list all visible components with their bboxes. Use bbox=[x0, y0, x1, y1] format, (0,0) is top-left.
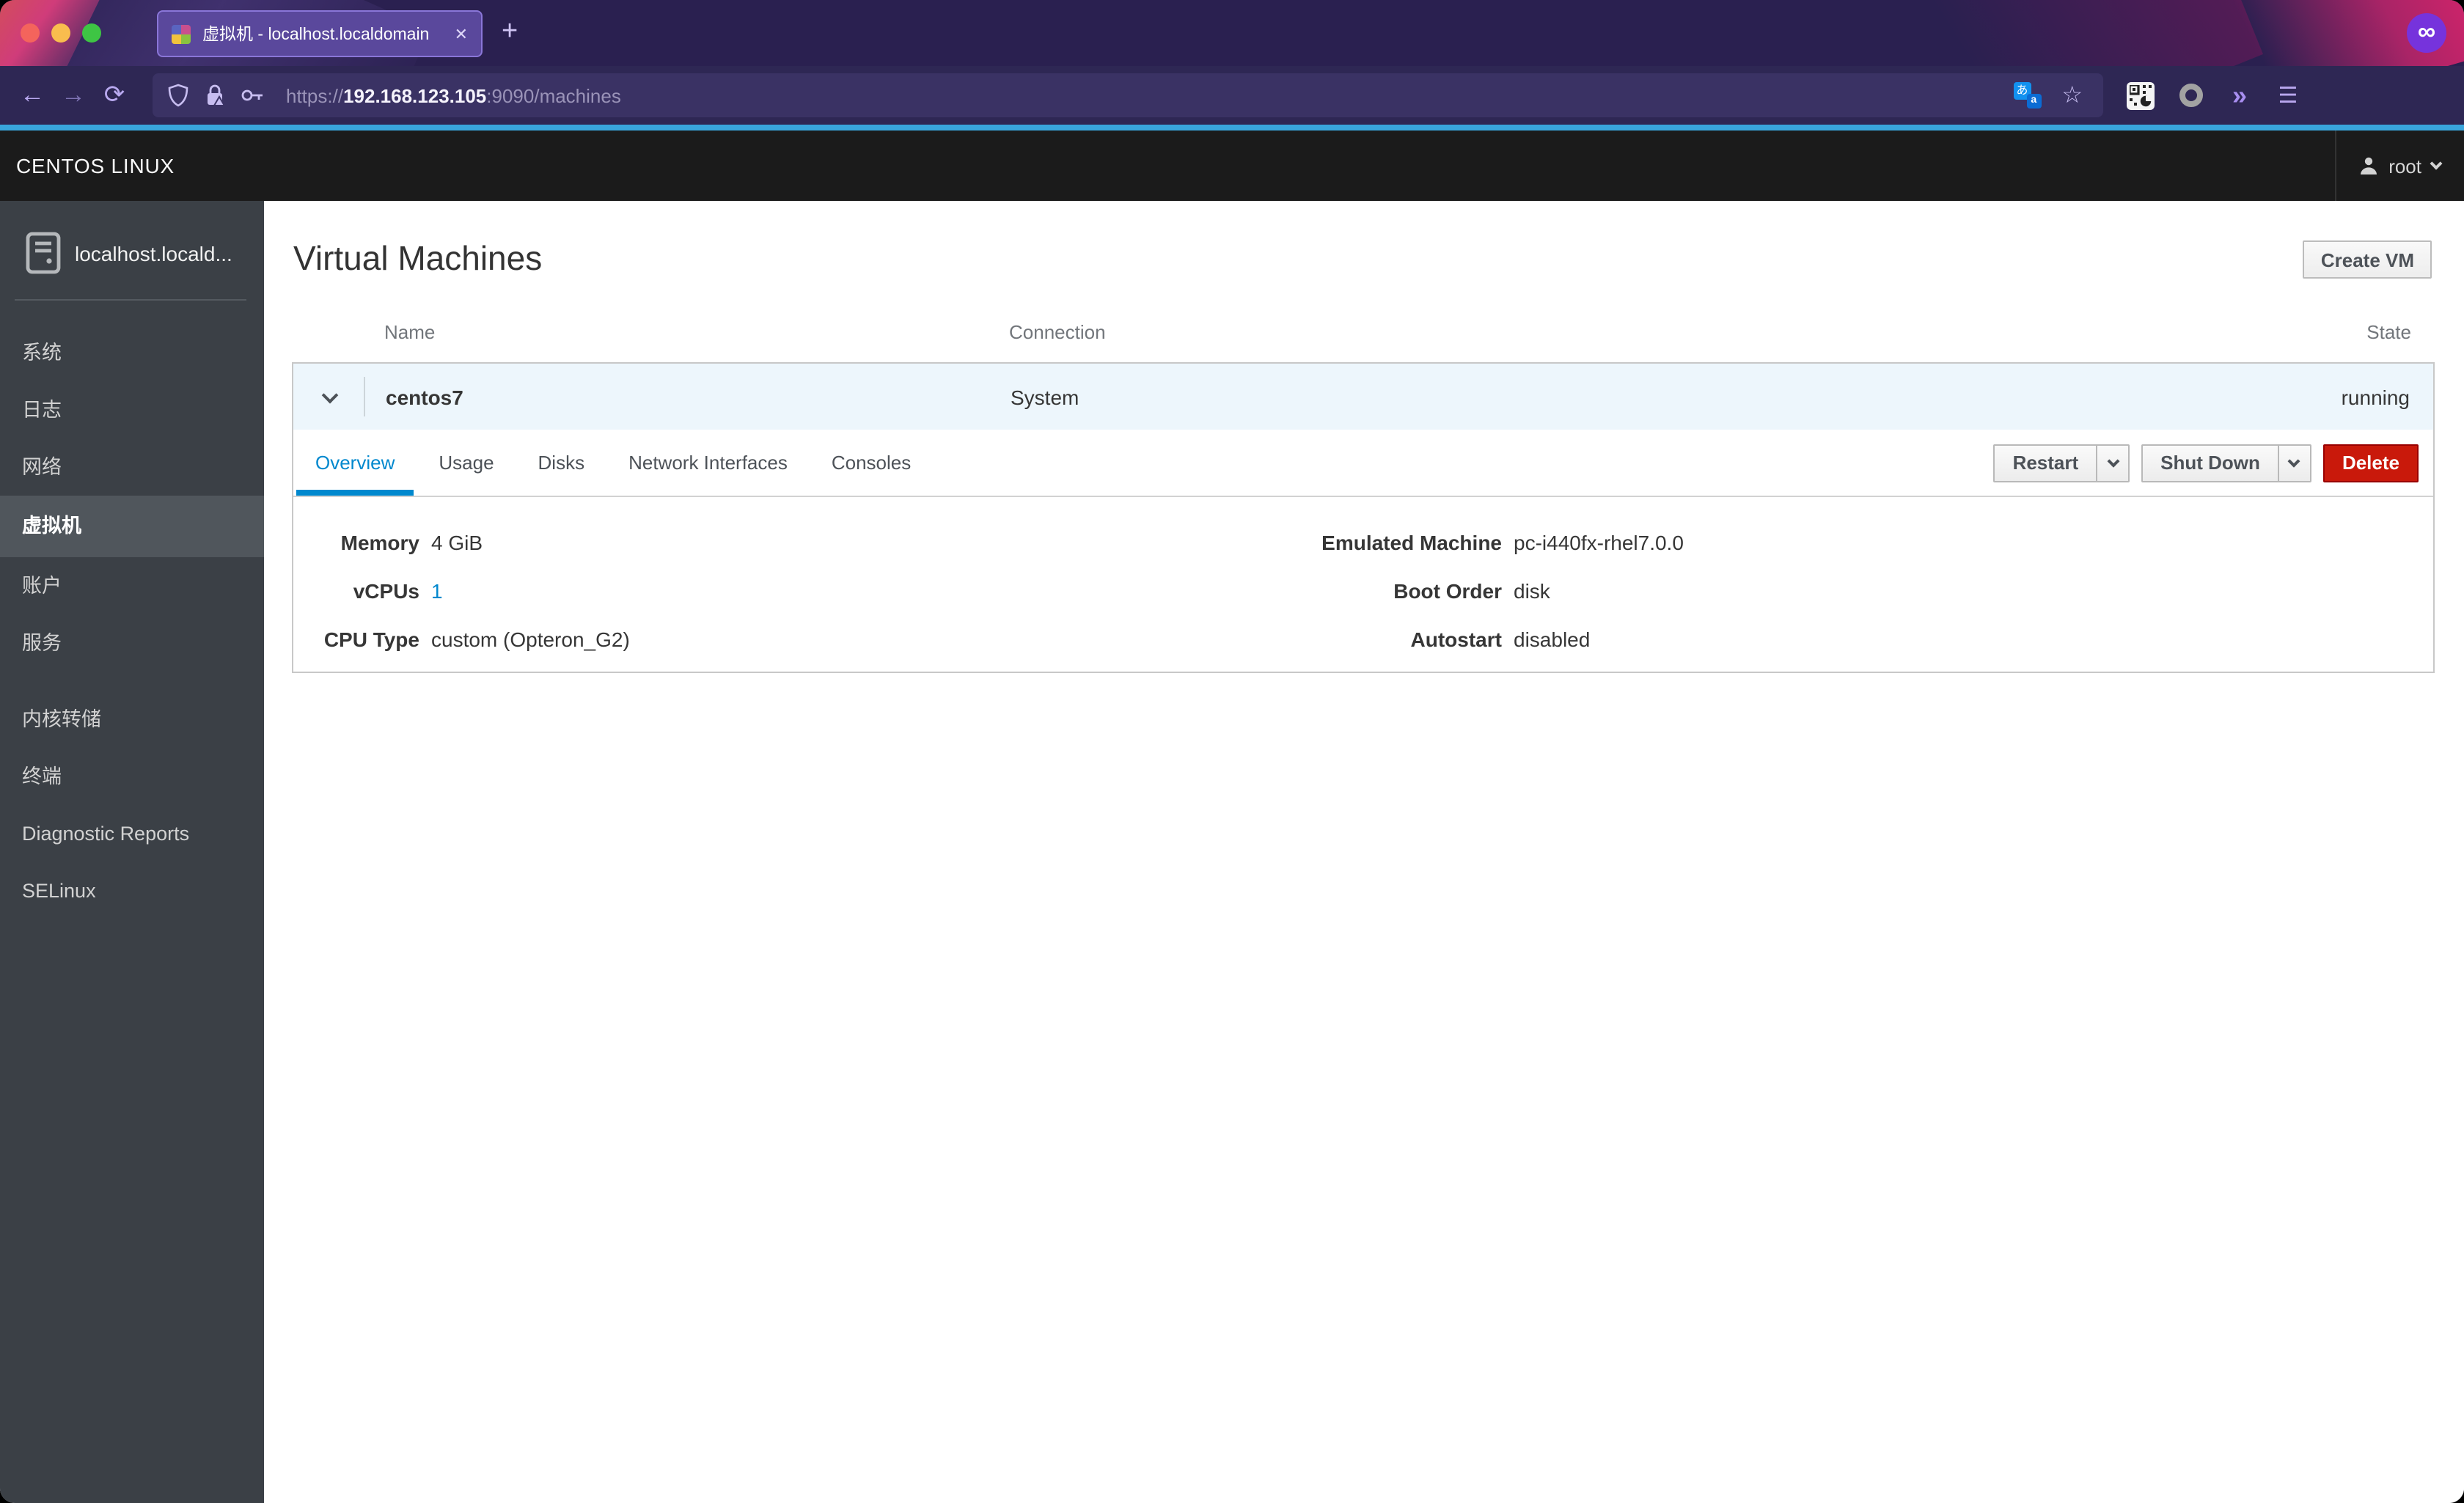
tab-network-interfaces[interactable]: Network Interfaces bbox=[609, 430, 807, 496]
key-permission-icon[interactable] bbox=[241, 87, 265, 104]
header-name: Name bbox=[384, 321, 436, 343]
sidebar: localhost.locald... 系统 日志 网络 虚拟机 账户 服务 内… bbox=[0, 201, 264, 1503]
tab-title: 虚拟机 - localhost.localdomain bbox=[202, 26, 430, 44]
vm-connection: System bbox=[1011, 385, 1079, 408]
tab-disks[interactable]: Disks bbox=[519, 430, 604, 496]
vm-table-header: Name Connection State bbox=[292, 321, 2435, 343]
shutdown-button[interactable]: Shut Down bbox=[2143, 452, 2278, 474]
url-scheme: https:// bbox=[286, 84, 344, 106]
main-content: Virtual Machines Create VM Name Connecti… bbox=[264, 201, 2464, 1503]
user-name: root bbox=[2388, 155, 2421, 177]
emulated-machine-label: Emulated Machine bbox=[1321, 530, 1502, 554]
browser-tab[interactable]: 虚拟机 - localhost.localdomain ✕ bbox=[157, 10, 483, 57]
container-tab-accent-line bbox=[0, 125, 2464, 131]
minimize-window-button[interactable] bbox=[51, 23, 70, 43]
theme-decoration bbox=[1843, 0, 2264, 66]
browser-window: 虚拟机 - localhost.localdomain ✕ + ∞ ← → ⟳ bbox=[0, 0, 2464, 1503]
boot-order-label: Boot Order bbox=[1393, 578, 1502, 602]
vcpus-label: vCPUs bbox=[353, 578, 419, 602]
host-name: localhost.locald... bbox=[75, 241, 232, 265]
sidebar-item-kdump[interactable]: 内核转储 bbox=[0, 691, 264, 748]
toolbar-overflow-icon[interactable]: » bbox=[2225, 80, 2254, 111]
insecure-lock-icon[interactable] bbox=[204, 84, 226, 107]
zoom-window-button[interactable] bbox=[82, 23, 101, 43]
emulated-machine-value: pc-i440fx-rhel7.0.0 bbox=[1514, 530, 1684, 554]
cockpit-app: localhost.locald... 系统 日志 网络 虚拟机 账户 服务 内… bbox=[0, 201, 2464, 1503]
restart-split-button: Restart bbox=[1993, 444, 2130, 482]
vm-overview-details: Memory 4 GiB vCPUs 1 CPU Type custom (Op… bbox=[293, 497, 2433, 672]
vm-state: running bbox=[2341, 385, 2410, 408]
sidebar-item-diagnostic-reports[interactable]: Diagnostic Reports bbox=[0, 805, 264, 862]
header-connection: Connection bbox=[1009, 321, 1106, 343]
back-button[interactable]: ← bbox=[12, 81, 53, 110]
vm-name: centos7 bbox=[386, 385, 463, 408]
tab-consoles[interactable]: Consoles bbox=[813, 430, 930, 496]
boot-order-value: disk bbox=[1514, 578, 1550, 602]
app-menu-icon[interactable]: ☰ bbox=[2273, 82, 2303, 109]
new-tab-button[interactable]: + bbox=[502, 12, 518, 53]
browser-navbar: ← → ⟳ https://192.168.123.105:9090/machi… bbox=[0, 66, 2464, 125]
restart-menu-toggle[interactable] bbox=[2096, 445, 2128, 480]
private-browsing-icon: ∞ bbox=[2407, 13, 2446, 53]
sidebar-item-virtual-machines[interactable]: 虚拟机 bbox=[0, 496, 264, 557]
server-icon bbox=[26, 232, 61, 274]
delete-button[interactable]: Delete bbox=[2322, 444, 2419, 482]
sidebar-item-accounts[interactable]: 账户 bbox=[0, 557, 264, 614]
autostart-value: disabled bbox=[1514, 627, 1591, 650]
translate-glyph-en: a bbox=[2026, 94, 2042, 109]
extension-ring-icon[interactable] bbox=[2179, 84, 2203, 107]
sidebar-item-network[interactable]: 网络 bbox=[0, 438, 264, 496]
forward-button[interactable]: → bbox=[53, 81, 94, 110]
sidebar-item-system[interactable]: 系统 bbox=[0, 324, 264, 381]
sidebar-item-services[interactable]: 服务 bbox=[0, 614, 264, 672]
page-title: Virtual Machines bbox=[293, 239, 543, 277]
details-right-column: Emulated Machine pc-i440fx-rhel7.0.0 Boo… bbox=[1115, 518, 1684, 663]
memory-label: Memory bbox=[340, 530, 419, 554]
url-bar[interactable]: https://192.168.123.105:9090/machines あ … bbox=[153, 73, 2103, 117]
bookmark-star-icon[interactable]: ☆ bbox=[2061, 81, 2083, 110]
chevron-down-icon bbox=[2106, 454, 2119, 467]
sidebar-item-selinux[interactable]: SELinux bbox=[0, 862, 264, 919]
sidebar-host[interactable]: localhost.locald... bbox=[0, 201, 264, 274]
tab-close-icon[interactable]: ✕ bbox=[455, 24, 468, 43]
restart-button[interactable]: Restart bbox=[1995, 452, 2097, 474]
tracking-shield-icon[interactable] bbox=[167, 84, 189, 107]
chevron-down-icon bbox=[2288, 454, 2301, 467]
shutdown-menu-toggle[interactable] bbox=[2277, 445, 2310, 480]
browser-titlebar: 虚拟机 - localhost.localdomain ✕ + ∞ bbox=[0, 0, 2464, 66]
create-vm-button[interactable]: Create VM bbox=[2303, 240, 2432, 279]
traffic-lights bbox=[21, 23, 101, 43]
tab-favicon-icon bbox=[172, 24, 191, 43]
cpu-type-label: CPU Type bbox=[323, 627, 419, 650]
vm-detail-tabs: Overview Usage Disks Network Interfaces … bbox=[293, 430, 2433, 497]
vm-panel: centos7 System running Overview Usage Di… bbox=[292, 362, 2435, 673]
sidebar-divider bbox=[15, 299, 246, 301]
chevron-down-icon bbox=[320, 386, 338, 403]
reload-button[interactable]: ⟳ bbox=[94, 81, 135, 110]
row-expand-toggle[interactable] bbox=[293, 364, 365, 430]
tab-overview[interactable]: Overview bbox=[296, 430, 414, 496]
user-icon bbox=[2360, 157, 2377, 174]
qr-extension-icon[interactable] bbox=[2127, 81, 2155, 109]
autostart-label: Autostart bbox=[1410, 627, 1502, 650]
user-menu[interactable]: root bbox=[2334, 131, 2464, 201]
close-window-button[interactable] bbox=[21, 23, 40, 43]
url-path: :9090/machines bbox=[486, 84, 621, 106]
cockpit-masthead: CENTOS LINUX root bbox=[0, 131, 2464, 201]
header-state: State bbox=[2366, 321, 2411, 343]
vm-row[interactable]: centos7 System running bbox=[293, 364, 2433, 430]
shutdown-split-button: Shut Down bbox=[2141, 444, 2311, 482]
delete-button-label: Delete bbox=[2342, 452, 2399, 474]
brand-title: CENTOS LINUX bbox=[16, 154, 175, 177]
url-host: 192.168.123.105 bbox=[343, 84, 487, 106]
user-menu-caret-icon bbox=[2430, 157, 2443, 170]
sidebar-item-terminal[interactable]: 终端 bbox=[0, 748, 264, 805]
translate-extension-icon[interactable]: あ a bbox=[2013, 82, 2042, 109]
sidebar-item-logs[interactable]: 日志 bbox=[0, 381, 264, 438]
vm-actions: Restart Shut Down Delete bbox=[1993, 444, 2419, 482]
sidebar-nav: 系统 日志 网络 虚拟机 账户 服务 内核转储 终端 Diagnostic Re… bbox=[0, 324, 264, 919]
tab-usage[interactable]: Usage bbox=[419, 430, 513, 496]
url-text: https://192.168.123.105:9090/machines bbox=[286, 84, 2013, 106]
